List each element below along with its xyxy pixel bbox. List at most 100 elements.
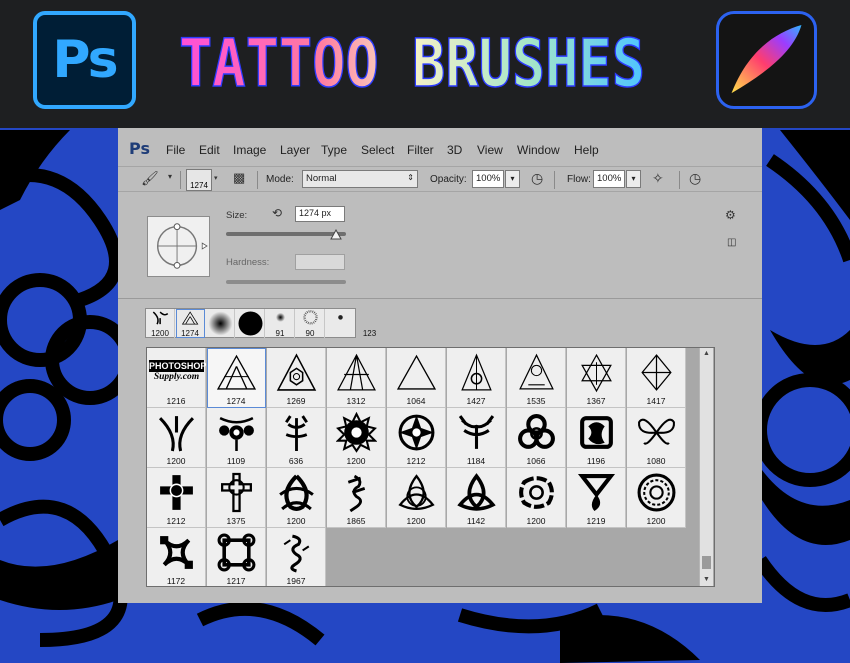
brush-preset[interactable]: 1200 (507, 468, 566, 528)
tool-preset-dropdown-icon[interactable]: ▾ (168, 172, 172, 181)
brush-preset[interactable]: 1219 (567, 468, 626, 528)
scroll-down-icon[interactable]: ▼ (700, 574, 713, 586)
photoshop-logo-text: Ps (52, 30, 118, 90)
menu-view[interactable]: View (477, 143, 503, 157)
preset-scrollbar[interactable]: ▲ ▼ (699, 348, 713, 586)
brush-preset[interactable]: 1212 (387, 408, 446, 468)
brush-preset[interactable]: 1200 (387, 468, 446, 528)
brush-preset[interactable]: 1217 (207, 528, 266, 586)
panel-divider (118, 298, 762, 299)
size-input[interactable]: 1274 px (295, 206, 345, 222)
brush-preset-size: 1375 (226, 516, 246, 526)
scroll-thumb[interactable] (702, 556, 711, 569)
brush-tip-icon (396, 354, 437, 390)
hardness-label: Hardness: (226, 257, 270, 268)
menu-edit[interactable]: Edit (199, 143, 220, 157)
recent-brush[interactable]: 90 (296, 309, 325, 338)
brush-preset[interactable]: 1312 (327, 348, 386, 408)
new-preset-icon[interactable]: ◫ (727, 237, 736, 248)
brush-angle-preview[interactable] (147, 216, 210, 277)
brush-preset[interactable]: 1080 (627, 408, 686, 468)
size-slider[interactable] (226, 232, 346, 236)
brush-tip-icon (160, 536, 193, 569)
options-bar: 🖌 ▾ 1274 ▾ ▩ Mode: Normal ⇕ Opacity: 100… (118, 166, 762, 192)
brush-preset[interactable]: 1200 (627, 468, 686, 528)
brush-preset[interactable]: 1535 (507, 348, 566, 408)
brush-preset[interactable]: 1375 (207, 468, 266, 528)
brush-preset-size: 1217 (226, 576, 246, 586)
menu-image[interactable]: Image (233, 143, 266, 157)
brush-preset[interactable]: 1142 (447, 468, 506, 528)
brush-tip-icon (283, 534, 310, 573)
recent-brush[interactable] (206, 309, 235, 338)
brush-preset-size: 1196 (586, 456, 606, 466)
recent-brush[interactable]: 123 (326, 309, 376, 338)
brush-preset[interactable]: 1269 (267, 348, 326, 408)
opacity-dropdown-icon[interactable]: ▾ (505, 170, 520, 188)
scroll-up-icon[interactable]: ▲ (700, 348, 713, 360)
brush-preset[interactable]: 1066 (507, 408, 566, 468)
brush-preset[interactable]: 1865 (327, 468, 386, 528)
brush-tip-icon (347, 474, 366, 513)
pressure-opacity-icon[interactable]: ◷ (531, 170, 543, 187)
menu-layer[interactable]: Layer (280, 143, 310, 157)
brush-preset[interactable]: 1967 (267, 528, 326, 586)
settings-gear-icon[interactable]: ⚙ (725, 208, 736, 222)
airbrush-icon[interactable]: ✧ (652, 170, 664, 187)
menu-help[interactable]: Help (574, 143, 599, 157)
brush-tip-icon (519, 353, 554, 390)
flow-dropdown-icon[interactable]: ▾ (626, 170, 641, 188)
brush-preset[interactable]: 1417 (627, 348, 686, 408)
brush-preset[interactable]: 1172 (147, 528, 206, 586)
photoshop-window: Ps File Edit Image Layer Type Select Fil… (118, 128, 762, 603)
brush-picker-button[interactable]: 1274 (186, 169, 212, 191)
size-slider-handle[interactable] (330, 229, 342, 241)
brush-preset[interactable]: 1196 (567, 408, 626, 468)
brush-preset[interactable]: 1200 (147, 408, 206, 468)
recent-brush-size: 1274 (181, 329, 199, 338)
brush-preset-size: 1109 (226, 456, 246, 466)
brush-preset-size: 1200 (286, 516, 306, 526)
brush-preset[interactable]: 1212 (147, 468, 206, 528)
brush-preset-size: 1367 (586, 396, 606, 406)
flow-input[interactable]: 100% (593, 170, 625, 188)
brush-preset[interactable]: 1427 (447, 348, 506, 408)
brush-preset[interactable]: 1109 (207, 408, 266, 468)
brush-panel-toggle-icon[interactable]: ▩ (233, 170, 245, 186)
brush-tip-icon (398, 474, 435, 511)
photoshop-logo: Ps (33, 11, 136, 109)
menu-3d[interactable]: 3D (447, 143, 462, 157)
pressure-size-icon[interactable]: ◷ (689, 170, 701, 187)
banner: Ps TATTOO BRUSHES (0, 0, 850, 128)
mode-select[interactable]: Normal ⇕ (302, 170, 418, 188)
opacity-input[interactable]: 100% (472, 170, 504, 188)
brush-preset[interactable]: 1274 (207, 348, 266, 408)
brush-preset[interactable]: 1184 (447, 408, 506, 468)
brush-preset[interactable]: 636 (267, 408, 326, 468)
recent-brush[interactable]: 1200 (146, 309, 175, 338)
reset-size-icon[interactable]: ⟲ (272, 206, 282, 220)
recent-brush[interactable]: 91 (266, 309, 295, 338)
recent-brush[interactable] (236, 309, 265, 338)
brush-tool-icon[interactable]: 🖌 (141, 170, 159, 187)
brush-preset-size: 1865 (346, 516, 366, 526)
brush-tip-icon (637, 473, 676, 512)
recent-brush-size: 1200 (151, 329, 169, 338)
brush-preset[interactable]: PHOTOSHOP Supply.com 1216 (147, 348, 206, 408)
menu-window[interactable]: Window (517, 143, 560, 157)
recent-brush[interactable]: 1274 (176, 309, 205, 338)
menu-filter[interactable]: Filter (407, 143, 434, 157)
menu-type[interactable]: Type (321, 143, 347, 157)
brush-preset-size: 1066 (526, 456, 546, 466)
brush-preset[interactable]: 1200 (327, 408, 386, 468)
menu-file[interactable]: File (166, 143, 185, 157)
brush-tip-icon (219, 416, 254, 451)
brush-preset[interactable]: 1367 (567, 348, 626, 408)
brush-tip-icon (398, 414, 435, 451)
menu-select[interactable]: Select (361, 143, 394, 157)
brush-picker-chevron-icon[interactable]: ▾ (214, 174, 218, 182)
brush-preset-size: 1200 (346, 456, 366, 466)
brush-preset[interactable]: 1064 (387, 348, 446, 408)
brush-preset[interactable]: 1200 (267, 468, 326, 528)
brush-preset-size: 1200 (526, 516, 546, 526)
